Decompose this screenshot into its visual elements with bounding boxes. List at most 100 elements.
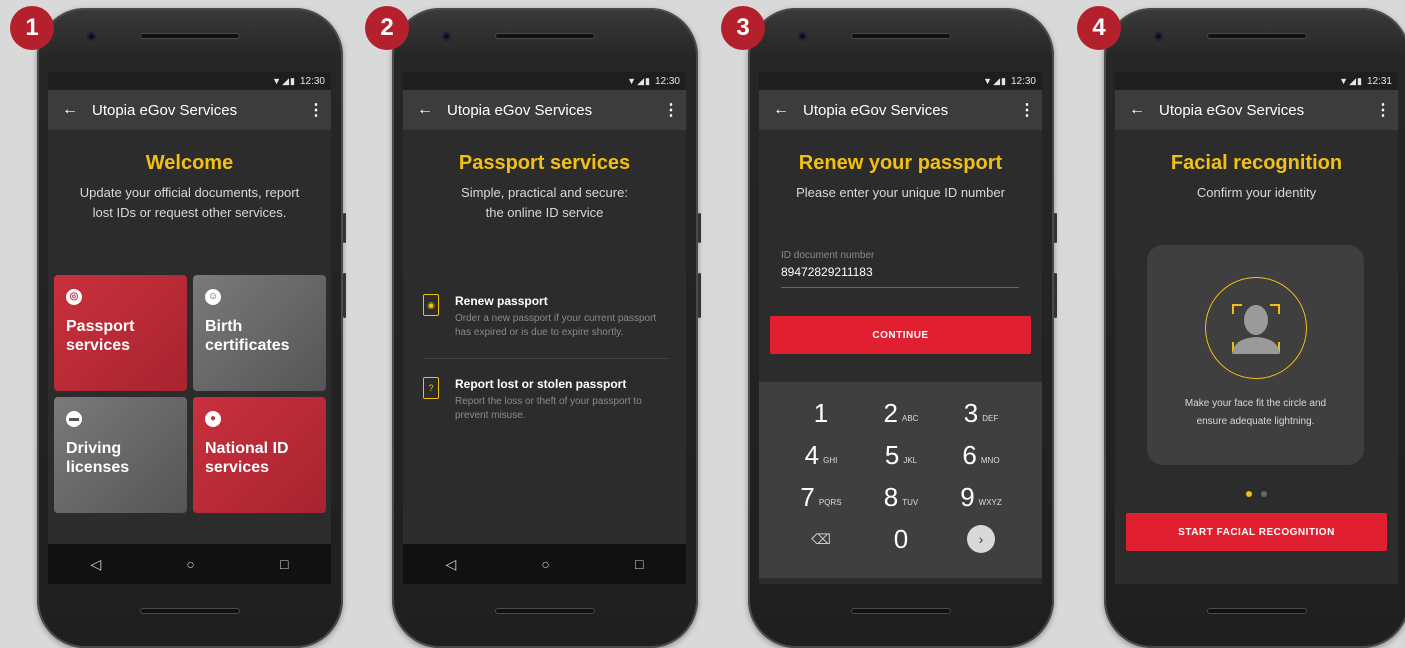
start-facial-recognition-button[interactable]: START FACIAL RECOGNITION	[1126, 513, 1387, 551]
key-8[interactable]: 8 TUV	[861, 476, 941, 518]
bottom-speaker	[1207, 608, 1307, 614]
speaker-grille	[1207, 33, 1307, 39]
key-digit: 4	[804, 439, 820, 470]
nav-back-icon[interactable]: ◁	[446, 556, 457, 573]
signal-icon: ▼◢▮	[627, 75, 651, 86]
phone-4: 4 ▼◢▮ 12:31 ← Utopia eGov Services ⋮ Fac…	[1077, 6, 1405, 648]
status-bar: ▼◢▮ 12:30	[48, 72, 331, 90]
item-description: Order a new passport if your current pas…	[455, 313, 657, 338]
key-letters: DEF	[982, 413, 999, 423]
nav-home-icon[interactable]: ○	[541, 556, 549, 572]
app-title: Utopia eGov Services	[803, 101, 949, 119]
key-letters: JKL	[903, 455, 918, 465]
tile-label: Driving licenses	[66, 440, 130, 476]
app-bar: ← Utopia eGov Services ⋮	[1115, 90, 1398, 130]
more-menu-icon[interactable]: ⋮	[656, 100, 686, 120]
screen-welcome: ▼◢▮ 12:30 ← Utopia eGov Services ⋮ Welco…	[48, 72, 331, 584]
next-key[interactable]: ›	[941, 518, 1021, 560]
clock: 12:30	[299, 75, 325, 87]
bottom-speaker	[495, 608, 595, 614]
camera-icon	[1154, 32, 1163, 41]
id-number-field[interactable]: ID document number 89472829211183	[781, 250, 1019, 288]
key-letters: MNO	[980, 455, 1000, 465]
key-digit: 2	[883, 397, 898, 428]
page-title: Welcome	[145, 152, 234, 174]
page-title: Renew your passport	[798, 152, 1003, 174]
back-arrow-icon[interactable]: ←	[759, 101, 803, 119]
key-digit: 9	[960, 481, 975, 512]
phone-1: 1 ▼◢▮ 12:30 ← Utopia eGov Services ⋮ Wel…	[10, 6, 346, 648]
key-digit: 8	[883, 481, 899, 512]
speaker-grille	[140, 33, 240, 39]
step-badge-3: 3	[721, 6, 765, 50]
key-1[interactable]: 1	[781, 392, 861, 434]
app-bar: ← Utopia eGov Services ⋮	[403, 90, 686, 130]
page-title: Facial recognition	[1170, 152, 1343, 174]
key-digit: 5	[884, 439, 900, 470]
key-7[interactable]: 7 PQRS	[781, 476, 861, 518]
page-dot	[1260, 491, 1267, 497]
car-icon: ▬	[66, 411, 82, 427]
back-arrow-icon[interactable]: ←	[48, 101, 92, 119]
page-subtitle: Update your official documents, report l…	[79, 185, 300, 220]
camera-icon	[798, 32, 807, 41]
bottom-speaker	[851, 608, 951, 614]
passport-icon: ◉	[423, 294, 439, 316]
nav-back-icon[interactable]: ◁	[91, 556, 102, 573]
bottom-speaker	[140, 608, 240, 614]
app-title: Utopia eGov Services	[447, 101, 593, 119]
tile-label: Passport services	[66, 318, 135, 354]
signal-icon: ▼◢▮	[1339, 75, 1363, 86]
camera-icon	[87, 32, 96, 41]
key-digit: 6	[962, 439, 977, 470]
nav-recents-icon[interactable]: □	[280, 556, 288, 572]
stage: 1 ▼◢▮ 12:30 ← Utopia eGov Services ⋮ Wel…	[0, 0, 1405, 648]
more-menu-icon[interactable]: ⋮	[1012, 100, 1042, 120]
backspace-key[interactable]: ⌫	[781, 518, 861, 560]
more-menu-icon[interactable]: ⋮	[1368, 100, 1398, 120]
key-5[interactable]: 5 JKL	[861, 434, 941, 476]
status-bar: ▼◢▮ 12:31	[1115, 72, 1398, 90]
key-letters: GHI	[823, 455, 838, 465]
item-description: Report the loss or theft of your passpor…	[455, 396, 642, 421]
person-icon: ●	[205, 411, 221, 427]
key-2[interactable]: 2 ABC	[861, 392, 941, 434]
app-title: Utopia eGov Services	[92, 101, 238, 119]
tile-driving-licenses[interactable]: ▬ Driving licenses	[54, 397, 187, 513]
phone-3: 3 ▼◢▮ 12:30 ← Utopia eGov Services ⋮ Ren…	[721, 6, 1057, 648]
screen-renew-passport: ▼◢▮ 12:30 ← Utopia eGov Services ⋮ Renew…	[759, 72, 1042, 584]
tile-birth-certificates[interactable]: ☺ Birth certificates	[193, 275, 326, 391]
key-9[interactable]: 9 WXYZ	[941, 476, 1021, 518]
tile-passport-services[interactable]: ◎ Passport services	[54, 275, 187, 391]
key-3[interactable]: 3 DEF	[941, 392, 1021, 434]
nav-recents-icon[interactable]: □	[635, 556, 643, 572]
key-letters: WXYZ	[978, 497, 1002, 507]
key-6[interactable]: 6 MNO	[941, 434, 1021, 476]
key-0[interactable]: 0	[861, 518, 941, 560]
key-4[interactable]: 4 GHI	[781, 434, 861, 476]
app-bar: ← Utopia eGov Services ⋮	[759, 90, 1042, 130]
question-passport-icon: ?	[423, 377, 439, 399]
signal-icon: ▼◢▮	[272, 75, 296, 86]
step-badge-1: 1	[10, 6, 54, 50]
more-menu-icon[interactable]: ⋮	[301, 100, 331, 120]
back-arrow-icon[interactable]: ←	[403, 101, 447, 119]
tile-national-id-services[interactable]: ● National ID services	[193, 397, 326, 513]
list-item-renew-passport[interactable]: ◉ Renew passport Order a new passport if…	[423, 294, 669, 358]
status-bar: ▼◢▮ 12:30	[403, 72, 686, 90]
back-arrow-icon[interactable]: ←	[1115, 101, 1159, 119]
page-subtitle: Confirm your identity	[1196, 185, 1317, 200]
field-value[interactable]: 89472829211183	[781, 265, 1019, 279]
globe-icon: ◎	[66, 289, 82, 305]
chevron-right-icon: ›	[967, 525, 995, 553]
list-item-report-lost-passport[interactable]: ? Report lost or stolen passport Report …	[423, 358, 669, 441]
nav-home-icon[interactable]: ○	[186, 556, 194, 572]
baby-icon: ☺	[205, 289, 221, 305]
continue-button[interactable]: CONTINUE	[770, 316, 1031, 354]
item-title: Renew passport	[455, 294, 548, 308]
nav-bar: ◁ ○ □	[48, 544, 331, 584]
tile-label: National ID services	[205, 440, 289, 476]
clock: 12:30	[654, 75, 680, 87]
service-tiles: ◎ Passport services ☺ Birth certificates…	[54, 275, 326, 513]
page-title: Passport services	[458, 152, 631, 174]
